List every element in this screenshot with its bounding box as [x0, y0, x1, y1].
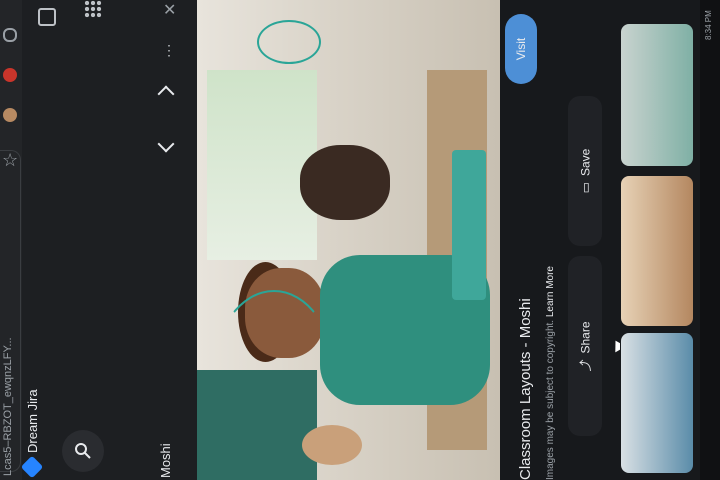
pinned-tab-tan[interactable] — [3, 108, 17, 122]
image-title[interactable]: Classroom Layouts - Moshi — [517, 298, 534, 480]
related-thumbnail[interactable] — [621, 176, 693, 326]
bookmark-dream-jira[interactable]: Dream Jira — [20, 389, 44, 479]
background-child — [300, 145, 390, 220]
background-window — [207, 70, 317, 260]
tablet — [452, 150, 486, 300]
status-bar — [700, 0, 720, 480]
url-fragment: Lcas5–RBZOT_ewqnzLFY... — [2, 337, 14, 476]
pinned-tab-red[interactable] — [3, 68, 17, 82]
window-icon[interactable] — [38, 8, 56, 26]
search-button[interactable] — [62, 430, 104, 472]
preview-image[interactable] — [197, 0, 500, 480]
cloud-icon[interactable] — [3, 28, 17, 42]
clock: 8:34 PM — [704, 10, 713, 40]
share-icon: ⤴ — [578, 359, 593, 372]
jira-icon — [20, 455, 44, 479]
save-icon: ▭ — [578, 182, 593, 194]
search-icon — [75, 443, 91, 459]
share-button[interactable]: ⤴ Share — [568, 256, 602, 436]
bookmark-label: Dream Jira — [24, 389, 40, 453]
related-thumbnail[interactable] — [621, 24, 693, 166]
visit-button[interactable]: Visit — [505, 14, 537, 84]
share-label: Share — [578, 320, 593, 354]
save-label: Save — [578, 148, 593, 177]
copyright-note: Images may be subject to copyright. Lear… — [545, 266, 556, 480]
doodle-arc — [212, 290, 336, 464]
learn-more-link[interactable]: Learn More — [545, 266, 556, 317]
copyright-text: Images may be subject to copyright. — [545, 319, 556, 480]
save-button[interactable]: ▭ Save — [568, 96, 602, 246]
apps-grid-icon[interactable] — [84, 0, 102, 18]
tab-title[interactable]: Moshi — [158, 443, 173, 478]
doodle-cap — [257, 20, 321, 64]
close-icon[interactable]: ✕ — [163, 0, 176, 20]
related-thumbnail[interactable] — [621, 333, 693, 473]
visit-label: Visit — [513, 37, 528, 61]
more-icon[interactable]: ⋮ — [162, 42, 177, 59]
